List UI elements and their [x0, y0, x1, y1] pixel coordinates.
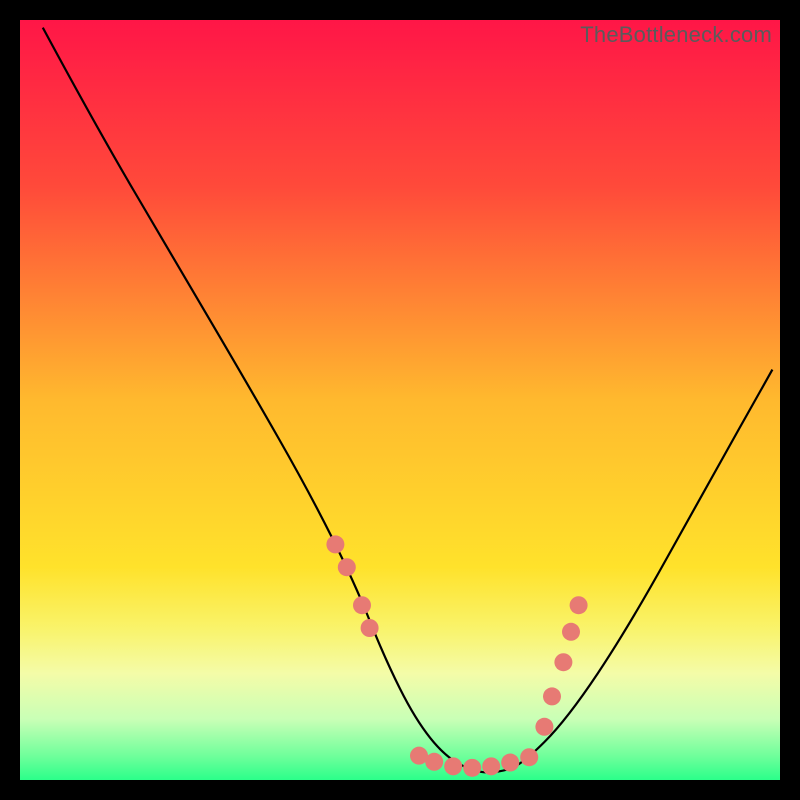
highlight-dot [501, 754, 519, 772]
highlight-dot [554, 653, 572, 671]
bottleneck-chart [20, 20, 780, 780]
highlight-dot [338, 558, 356, 576]
highlight-dot [562, 623, 580, 641]
highlight-dot [444, 757, 462, 775]
highlight-dot [463, 759, 481, 777]
gradient-background [20, 20, 780, 780]
chart-frame: TheBottleneck.com [20, 20, 780, 780]
highlight-dot [353, 596, 371, 614]
highlight-dot [326, 535, 344, 553]
highlight-dot [535, 718, 553, 736]
highlight-dot [520, 748, 538, 766]
highlight-dot [482, 757, 500, 775]
highlight-dot [425, 753, 443, 771]
watermark-text: TheBottleneck.com [580, 22, 772, 48]
highlight-dot [361, 619, 379, 637]
highlight-dot [570, 596, 588, 614]
highlight-dot [543, 687, 561, 705]
